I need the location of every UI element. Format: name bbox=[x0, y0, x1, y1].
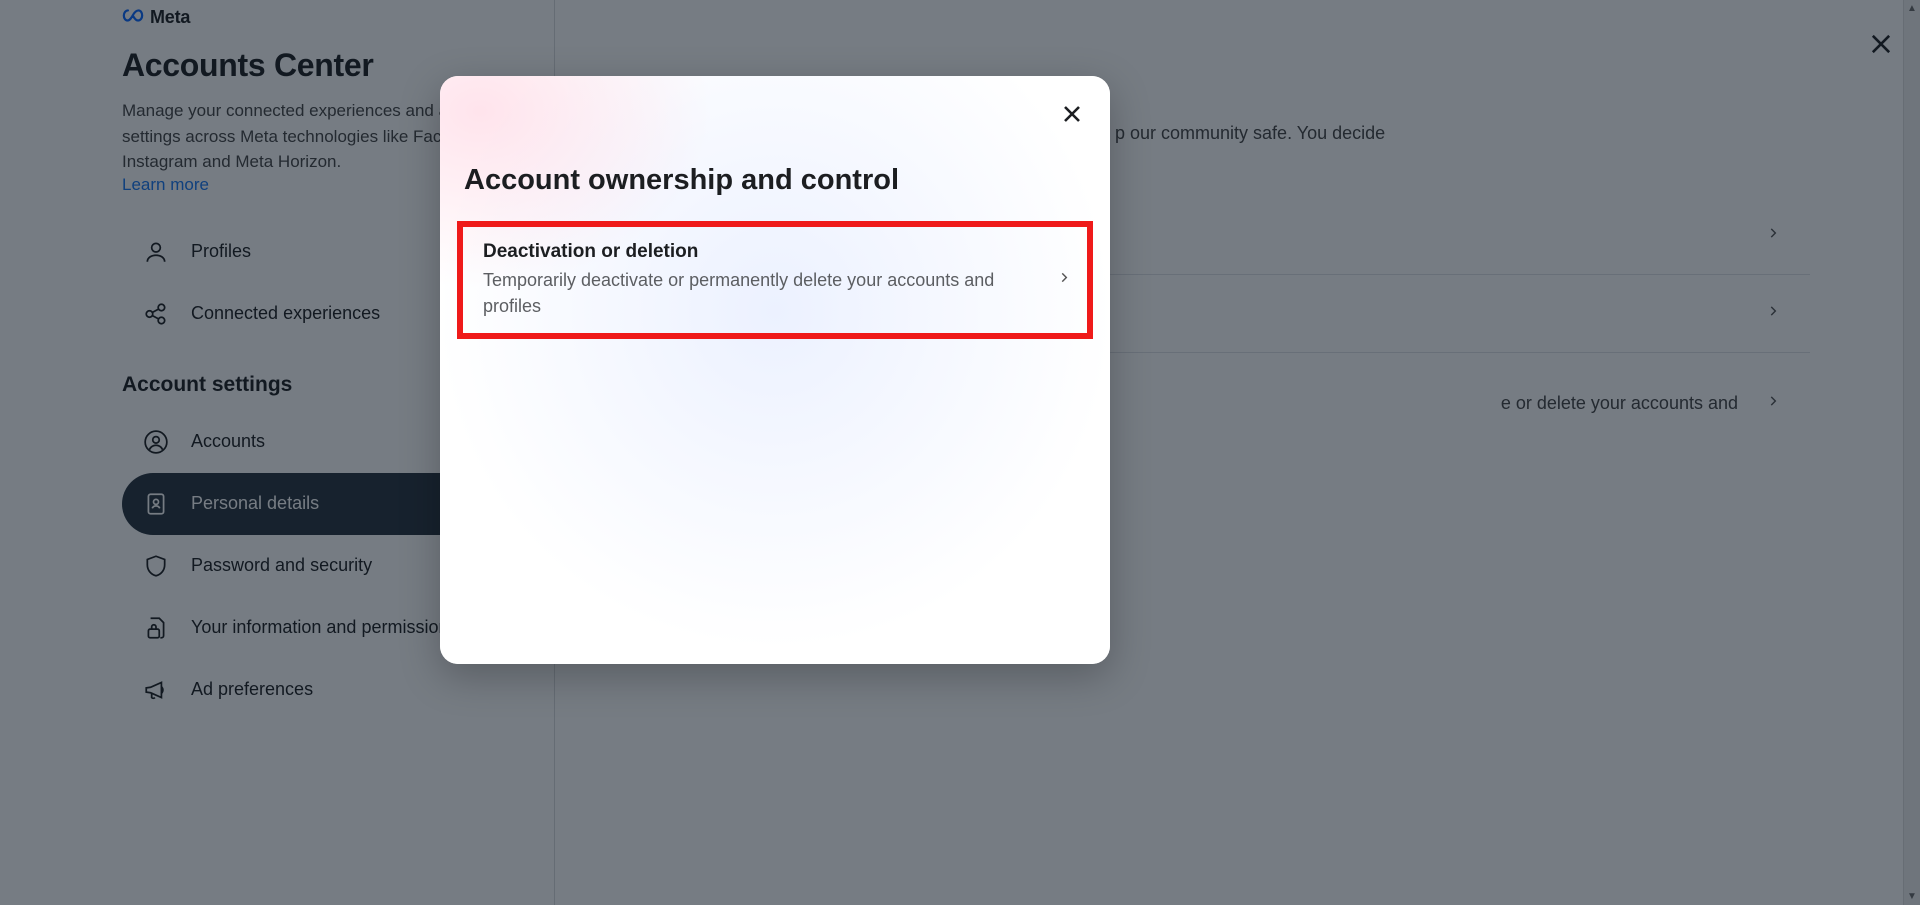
chevron-right-icon bbox=[1057, 271, 1071, 290]
modal-option-title: Deactivation or deletion bbox=[483, 241, 1039, 263]
deactivation-deletion-option[interactable]: Deactivation or deletion Temporarily dea… bbox=[457, 221, 1093, 339]
modal-option-desc: Temporarily deactivate or permanently de… bbox=[483, 267, 1039, 319]
ownership-control-modal: Account ownership and control Deactivati… bbox=[440, 76, 1110, 664]
modal-title: Account ownership and control bbox=[440, 76, 1110, 197]
